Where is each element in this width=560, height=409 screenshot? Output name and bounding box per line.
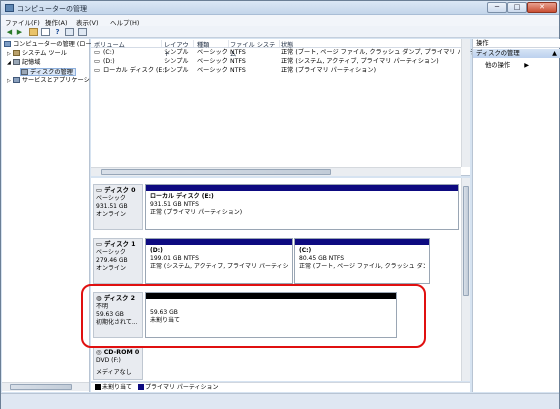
storage-icon <box>12 59 20 65</box>
actions-section-disk-management[interactable]: ディスクの管理 ▲ <box>473 49 560 58</box>
scroll-thumb[interactable] <box>101 169 331 175</box>
computer-icon <box>4 41 11 47</box>
tree-item-disk-management[interactable]: ディスクの管理 <box>20 68 76 76</box>
legend-swatch-primary <box>137 384 144 390</box>
disk-graphical-view: ▭ ディスク 0 ベーシック 931.51 GB オンライン ローカル ディスク… <box>91 178 470 381</box>
volume-icon: ▭ <box>94 67 100 74</box>
volume-list-header: ボリューム レイアウト 種類 ファイル システム 状態 <box>91 39 470 58</box>
disk-label-0[interactable]: ▭ ディスク 0 ベーシック 931.51 GB オンライン <box>93 184 143 230</box>
scroll-thumb[interactable] <box>10 384 72 390</box>
console-tree-icon[interactable] <box>41 28 50 36</box>
legend-swatch-unallocated <box>95 384 101 390</box>
volume-row[interactable]: ▭ ローカル ディスク (E:) シンプル ベーシック NTFS 正常 (プライ… <box>91 67 461 75</box>
title-bar[interactable]: コンピューターの管理 ─ □ ✕ <box>1 1 559 15</box>
volume-row[interactable]: ▭ (D:) シンプル ベーシック NTFS 正常 (システム, アクティブ, … <box>91 58 461 66</box>
services-icon <box>12 77 20 83</box>
properties-icon[interactable] <box>65 28 74 36</box>
collapse-arrow-icon[interactable]: ◢ <box>7 60 11 66</box>
close-button[interactable]: ✕ <box>527 2 557 13</box>
disk-label-1[interactable]: ▭ ディスク 1 ベーシック 279.46 GB オンライン <box>93 238 143 284</box>
toolbar: ◀ ▶ ? <box>1 26 559 38</box>
more-actions-link[interactable]: 他の操作 ▶ <box>485 60 529 69</box>
submenu-arrow-icon: ▶ <box>524 62 530 69</box>
column-file-system[interactable]: ファイル システム <box>230 40 280 58</box>
actions-pane: 操作 ディスクの管理 ▲ 他の操作 ▶ <box>472 39 560 392</box>
scroll-thumb[interactable] <box>463 186 469 296</box>
partition-c[interactable]: (C:) 80.45 GB NTFS 正常 (ブート, ページ ファイル, クラ… <box>294 238 430 284</box>
volume-row[interactable]: ▭ (C:) シンプル ベーシック NTFS 正常 (ブート, ページ ファイル… <box>91 49 494 57</box>
tree-item-storage[interactable]: ◢ 記憶域 <box>7 59 40 67</box>
status-bar <box>1 393 559 409</box>
volume-icon: ▭ <box>94 49 100 56</box>
disk-icon: ▭ <box>96 241 105 248</box>
column-type[interactable]: 種類 <box>197 40 229 49</box>
legend: 未割り当て プライマリ パーティション <box>91 382 470 392</box>
cd-drive-icon: ◎ <box>96 349 104 356</box>
computer-management-icon <box>5 4 14 12</box>
column-status[interactable]: 状態 <box>281 40 461 49</box>
actions-header: 操作 <box>473 39 560 48</box>
menu-bar: ファイル(F) 操作(A) 表示(V) ヘルプ(H) <box>1 15 559 27</box>
computer-management-window: コンピューターの管理 ─ □ ✕ ファイル(F) 操作(A) 表示(V) ヘルプ… <box>0 0 560 409</box>
volume-list-vertical-scrollbar[interactable] <box>461 39 470 167</box>
column-volume[interactable]: ボリューム <box>94 40 162 49</box>
partition-e[interactable]: ローカル ディスク (E:) 931.51 GB NTFS 正常 (プライマリ … <box>145 184 459 230</box>
back-icon[interactable]: ◀ <box>5 28 14 36</box>
tree-root[interactable]: コンピューターの管理 (ロー <box>4 41 92 49</box>
tree-horizontal-scrollbar[interactable] <box>2 382 89 391</box>
disk-icon: ▭ <box>96 187 105 194</box>
forward-icon[interactable]: ▶ <box>15 28 24 36</box>
cdrom-label[interactable]: ◎ CD-ROM 0 DVD (F:) メディアなし <box>93 346 143 380</box>
minimize-button[interactable]: ─ <box>487 2 507 13</box>
volume-list: ボリューム レイアウト 種類 ファイル システム 状態 ▭ (C:) シンプル … <box>91 39 494 176</box>
console-tree: コンピューターの管理 (ロー ▷ システム ツール ◢ 記憶域 ディスクの管理 … <box>2 39 96 392</box>
partition-d[interactable]: (D:) 199.01 GB NTFS 正常 (システム, アクティブ, プライ… <box>145 238 293 284</box>
column-layout[interactable]: レイアウト <box>164 40 194 58</box>
help-icon[interactable]: ? <box>53 28 62 36</box>
volume-icon: ▭ <box>94 58 100 65</box>
tree-item-services[interactable]: ▷ サービスとアプリケーショ <box>7 77 96 85</box>
disk-management-icon <box>21 69 28 75</box>
volume-list-horizontal-scrollbar[interactable] <box>91 167 461 176</box>
expand-arrow-icon[interactable]: ▷ <box>7 78 11 84</box>
expand-arrow-icon[interactable]: ▷ <box>7 51 11 57</box>
export-icon[interactable] <box>78 28 87 36</box>
graph-vertical-scrollbar[interactable] <box>461 178 470 381</box>
tools-icon <box>12 50 20 56</box>
disk-2-highlight <box>81 284 426 348</box>
collapse-icon[interactable]: ▲ <box>552 49 557 58</box>
maximize-button[interactable]: □ <box>507 2 527 13</box>
tree-item-system-tools[interactable]: ▷ システム ツール <box>7 50 67 58</box>
window-title: コンピューターの管理 <box>17 5 87 13</box>
folder-up-icon[interactable] <box>29 28 38 36</box>
